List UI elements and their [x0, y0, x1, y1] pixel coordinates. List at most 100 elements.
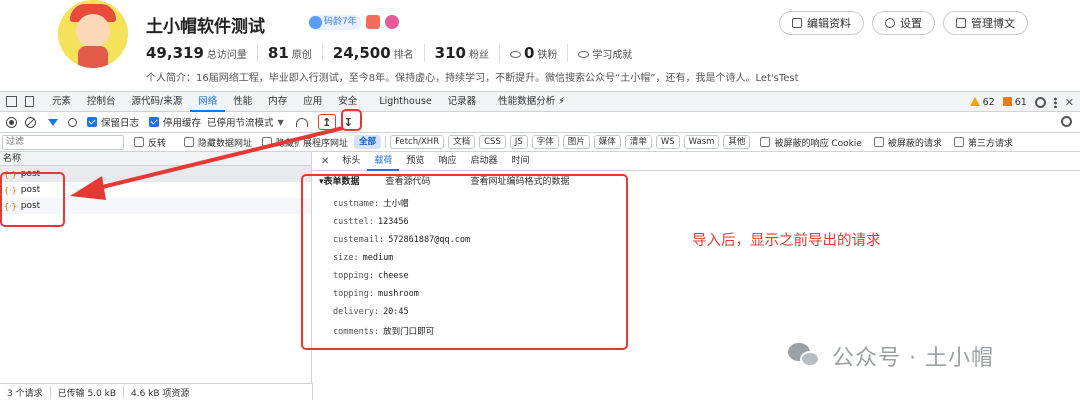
type-filter-other[interactable]: 其他	[723, 135, 751, 149]
tab-timing[interactable]: 时间	[504, 152, 536, 171]
stat-fans: 310 粉丝	[435, 44, 500, 62]
detail-tabbar: ✕ 标头 载荷 预览 响应 启动器 时间	[313, 152, 1080, 171]
type-filter-manifest[interactable]: 清单	[624, 135, 652, 149]
tab-initiator[interactable]: 启动器	[463, 152, 504, 171]
preserve-log-checkbox[interactable]: 保留日志	[87, 115, 139, 129]
device-toolbar-icon[interactable]	[25, 96, 34, 107]
stat-rank: 24,500 排名	[333, 44, 425, 62]
column-header-name[interactable]: 名称	[0, 152, 311, 166]
type-filter-ws[interactable]: WS	[655, 135, 680, 149]
gear-icon	[885, 18, 895, 28]
more-options-icon[interactable]	[1053, 96, 1057, 108]
hide-extension-urls-checkbox[interactable]: 隐藏扩展程序网址	[262, 136, 348, 149]
checkbox-checked-icon	[87, 117, 97, 127]
username[interactable]: 土小帽软件测试	[146, 12, 265, 37]
devtools-settings-icon[interactable]	[1034, 96, 1046, 108]
badge-icon	[385, 15, 399, 29]
document-icon	[956, 18, 966, 28]
close-devtools-icon[interactable]: ✕	[1065, 96, 1074, 109]
tab-performance-insights[interactable]: 性能数据分析 ⚡	[484, 92, 573, 112]
stat-iron-fans: 0 铁粉	[509, 44, 569, 62]
hide-data-urls-checkbox[interactable]: 隐藏数据网址	[184, 136, 252, 149]
payload-highlight	[301, 174, 628, 350]
record-icon[interactable]	[6, 116, 17, 128]
stat-achievements[interactable]: 学习成就	[578, 46, 642, 61]
tab-network[interactable]: 网络	[190, 92, 226, 112]
type-filter-doc[interactable]: 文档	[448, 135, 476, 149]
tab-lighthouse[interactable]: Lighthouse	[365, 92, 439, 112]
manage-posts-button[interactable]: 管理博文	[943, 11, 1028, 35]
divider	[385, 136, 387, 148]
request-list-highlight	[0, 172, 65, 227]
close-detail-icon[interactable]: ✕	[321, 156, 329, 167]
avatar[interactable]	[58, 0, 128, 68]
error-icon	[1002, 96, 1012, 106]
coding-age-badge: 码龄7年	[308, 15, 361, 30]
watermark: 公众号 · 土小帽	[788, 340, 994, 372]
eye-icon	[578, 51, 590, 58]
warning-icon	[969, 96, 980, 106]
annotation-text: 导入后，显示之前导出的请求	[692, 233, 881, 249]
tab-memory[interactable]: 内存	[260, 92, 295, 112]
import-button-highlight	[341, 109, 362, 131]
profile-bio: 个人简介：16届网络工程，毕业即入行测试，至今8年。保持虚心，持续学习，不断提升…	[146, 73, 799, 84]
inspect-element-icon[interactable]	[6, 96, 17, 107]
tab-application[interactable]: 应用	[295, 92, 330, 112]
invert-checkbox[interactable]: 反转	[134, 136, 166, 149]
tab-performance[interactable]: 性能	[225, 92, 260, 112]
transferred-size: 已传输 5.0 kB	[51, 386, 125, 399]
type-filter-js[interactable]: JS	[509, 135, 528, 149]
tab-elements[interactable]: 元素	[44, 92, 79, 112]
filter-input[interactable]	[2, 134, 124, 150]
third-party-checkbox[interactable]: 第三方请求	[953, 136, 1013, 149]
disable-cache-checkbox[interactable]: 停用缓存	[149, 115, 201, 129]
stat-original: 81 原创	[268, 44, 323, 62]
network-status-bar: 3 个请求 已传输 5.0 kB 4.6 kB 项资源	[0, 383, 313, 400]
edit-profile-button[interactable]: 编辑资料	[779, 11, 864, 35]
tab-preview[interactable]: 预览	[399, 152, 431, 171]
throttling-select[interactable]: 已停用节流模式 ▼	[207, 115, 284, 130]
checkbox-icon	[953, 137, 964, 147]
devtools-tabbar: 元素 控制台 源代码/来源 网络 性能 内存 应用 安全 Lighthouse …	[0, 92, 1080, 112]
resources-size: 4.6 kB 项资源	[131, 389, 190, 399]
type-filter-img[interactable]: 图片	[562, 135, 590, 149]
badge-icon	[366, 15, 380, 29]
request-count: 3 个请求	[0, 386, 51, 399]
tab-response[interactable]: 响应	[431, 152, 463, 171]
type-filter-all[interactable]: 全部	[354, 135, 382, 149]
search-icon[interactable]	[68, 117, 77, 127]
stat-visits: 49,319 总访问量	[146, 44, 258, 62]
blocked-cookies-checkbox[interactable]: 被屏蔽的响应 Cookie	[760, 136, 862, 149]
checkbox-icon	[262, 137, 273, 147]
tab-headers[interactable]: 标头	[335, 152, 367, 171]
checkbox-icon	[873, 137, 884, 147]
tab-console[interactable]: 控制台	[79, 92, 124, 112]
settings-button[interactable]: 设置	[872, 11, 935, 35]
network-toolbar: 保留日志 停用缓存 已停用节流模式 ▼ ↥ ↧	[0, 112, 1080, 133]
eye-icon	[509, 51, 521, 58]
network-settings-icon[interactable]	[1061, 116, 1072, 127]
warnings-count[interactable]: 62	[969, 96, 995, 108]
filter-bar: 反转 隐藏数据网址 隐藏扩展程序网址 全部 Fetch/XHR 文档 CSS J…	[0, 133, 1080, 152]
dropdown-arrow-icon: ▼	[277, 117, 284, 127]
type-filter-wasm[interactable]: Wasm	[683, 135, 720, 149]
tab-payload[interactable]: 载荷	[367, 152, 400, 171]
checkbox-icon	[134, 137, 144, 147]
profile-stats: 49,319 总访问量 81 原创 24,500 排名 310 粉丝 0 铁粉 学习成就	[146, 44, 652, 62]
network-conditions-icon[interactable]	[295, 117, 308, 127]
tab-recorder[interactable]: 记录器	[440, 92, 485, 112]
edit-icon	[792, 18, 802, 28]
profile-header: 土小帽软件测试 码龄7年 49,319 总访问量 81 原创 24,500 排名 31…	[44, 0, 1080, 90]
checkbox-checked-icon	[149, 117, 160, 127]
clear-icon[interactable]	[25, 116, 36, 128]
errors-count[interactable]: 61	[1002, 96, 1027, 108]
type-filter-font[interactable]: 字体	[531, 135, 559, 149]
type-filter-media[interactable]: 媒体	[593, 135, 621, 149]
filter-icon[interactable]	[48, 118, 58, 126]
type-filter-css[interactable]: CSS	[479, 135, 506, 149]
type-filter-fetch-xhr[interactable]: Fetch/XHR	[390, 135, 445, 149]
tab-sources[interactable]: 源代码/来源	[124, 92, 191, 112]
import-har-icon[interactable]: ↥	[317, 114, 336, 130]
blocked-requests-checkbox[interactable]: 被屏蔽的请求	[873, 136, 942, 149]
checkbox-icon	[760, 137, 771, 147]
